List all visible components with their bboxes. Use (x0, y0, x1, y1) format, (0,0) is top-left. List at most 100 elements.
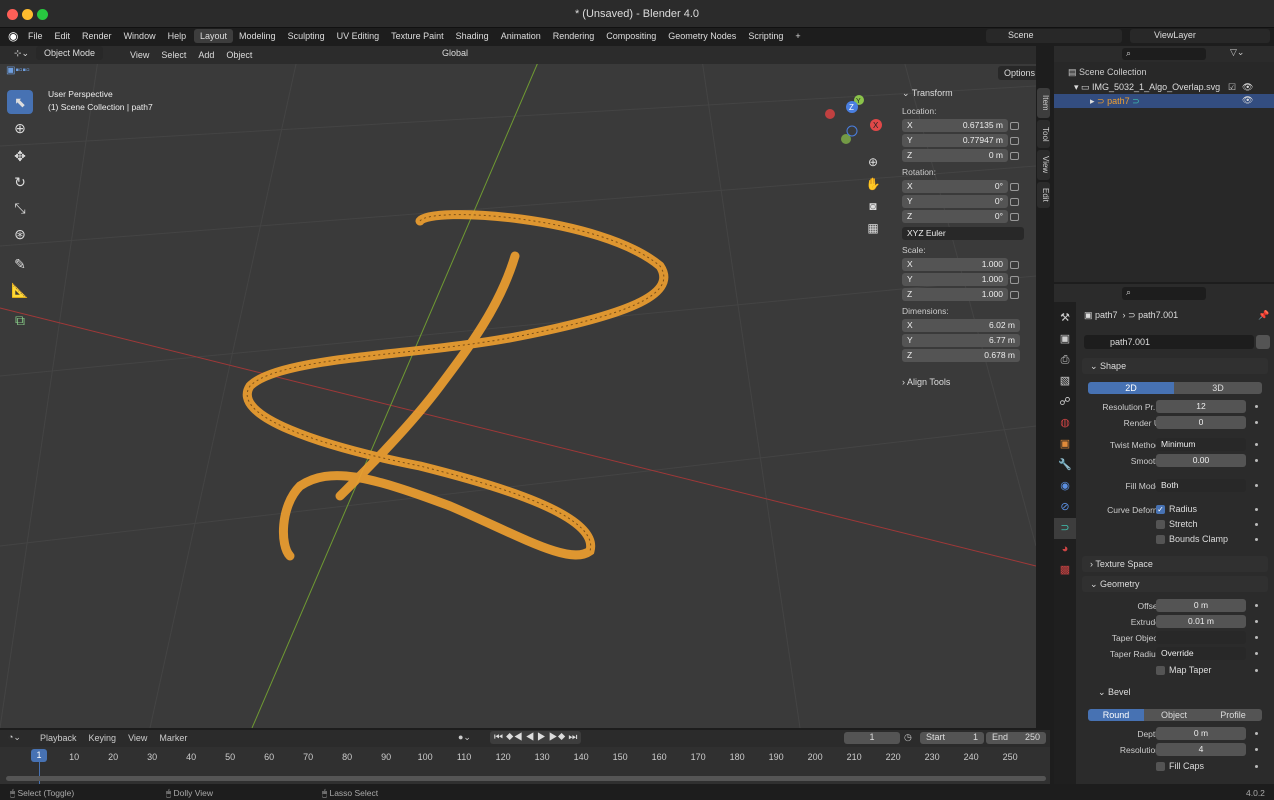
measure-tool-icon[interactable]: 📐 (7, 278, 33, 302)
eye-icon[interactable]: 👁 (1242, 95, 1253, 106)
extrude-field[interactable]: 0.01 m (1156, 615, 1246, 628)
annotate-tool-icon[interactable]: ✎ (7, 252, 33, 276)
lock-icon[interactable] (1010, 152, 1019, 160)
physics-tab-icon[interactable]: ◉ (1054, 476, 1076, 497)
keyframe-dot[interactable] (1255, 459, 1258, 462)
keyframe-dot[interactable] (1255, 652, 1258, 655)
dimensions-z-field[interactable]: Z 0.678 m (902, 349, 1020, 362)
viewport-menu-object[interactable]: Object (220, 48, 258, 62)
render-u-field[interactable]: 0 (1156, 416, 1246, 429)
keyframe-dot[interactable] (1255, 523, 1258, 526)
keyframe-dot[interactable] (1255, 765, 1258, 768)
workspace-tab-texture-paint[interactable]: Texture Paint (385, 29, 450, 43)
output-tab-icon[interactable]: ⎙ (1054, 350, 1076, 371)
workspace-tab-rendering[interactable]: Rendering (547, 29, 601, 43)
start-frame-field[interactable]: Start 1 (920, 732, 984, 744)
tool-tab-icon[interactable]: ⚒ (1054, 308, 1076, 329)
fill-mode-dropdown[interactable]: Both (1156, 479, 1246, 492)
timeline-menu-keying[interactable]: Keying (83, 733, 123, 743)
menu-help[interactable]: Help (162, 29, 193, 43)
location-z-field[interactable]: Z 0 m (902, 149, 1008, 162)
constraints-tab-icon[interactable]: ⊘ (1054, 497, 1076, 518)
end-frame-field[interactable]: End 250 (986, 732, 1046, 744)
sidebar-tab-view[interactable]: View (1037, 150, 1050, 180)
timeline-menu-view[interactable]: View (122, 733, 153, 743)
texture-tab-icon[interactable]: ▩ (1054, 560, 1076, 581)
outliner-object-row[interactable]: ▸ ⊃ path7 ⊃ 👁 (1054, 94, 1274, 108)
scale-x-field[interactable]: X 1.000 (902, 258, 1008, 271)
align-tools-header[interactable]: › Align Tools (902, 377, 950, 387)
bounds-clamp-checkbox[interactable]: Bounds Clamp (1156, 534, 1228, 545)
smooth-field[interactable]: 0.00 (1156, 454, 1246, 467)
workspace-tab-layout[interactable]: Layout (194, 29, 234, 43)
select-tool-icon[interactable]: ⬉ (7, 90, 33, 114)
offset-field[interactable]: 0 m (1156, 599, 1246, 612)
keyframe-dot[interactable] (1255, 669, 1258, 672)
bevel-resolution-field[interactable]: 4 (1156, 743, 1246, 756)
add-cube-tool-icon[interactable]: ⧉ (7, 308, 33, 332)
bevel-round-button[interactable]: Round (1088, 709, 1144, 721)
camera-icon[interactable]: ◙ (864, 195, 882, 217)
keyframe-dot[interactable] (1255, 538, 1258, 541)
sidebar-tab-tool[interactable]: Tool (1037, 120, 1050, 148)
sidebar-tab-edit[interactable]: Edit (1037, 182, 1050, 208)
geometry-panel-header[interactable]: ⌄ Geometry (1082, 576, 1268, 592)
orientation-dropdown[interactable]: Global (436, 46, 474, 60)
location-x-field[interactable]: X 0.67135 m (902, 119, 1008, 132)
viewport-menu-add[interactable]: Add (192, 48, 220, 62)
2d-toggle-button[interactable]: 2D (1088, 382, 1174, 394)
filter-icon[interactable]: ▽⌄ (1230, 47, 1244, 58)
keyframe-dot[interactable] (1255, 636, 1258, 639)
location-y-field[interactable]: Y 0.77947 m (902, 134, 1008, 147)
rotation-z-field[interactable]: Z 0° (902, 210, 1008, 223)
scale-z-field[interactable]: Z 1.000 (902, 288, 1008, 301)
viewport-menu-view[interactable]: View (124, 48, 155, 62)
current-frame-field[interactable]: 1 (844, 732, 900, 744)
scene-tab-icon[interactable]: ☍ (1054, 392, 1076, 413)
workspace-tab-animation[interactable]: Animation (495, 29, 547, 43)
rotate-tool-icon[interactable]: ↻ (7, 170, 33, 194)
resolution-preview-field[interactable]: 12 (1156, 400, 1246, 413)
options-button[interactable]: Options (998, 66, 1036, 80)
view-layer-selector[interactable]: ViewLayer (1130, 29, 1270, 43)
eye-icon[interactable]: 👁 (1242, 82, 1253, 93)
3d-toggle-button[interactable]: 3D (1174, 382, 1262, 394)
object-mode-dropdown[interactable]: Object Mode (36, 46, 104, 60)
outliner-collection-row[interactable]: ▾ ▭ IMG_5032_1_Algo_Overlap.svg (1074, 82, 1220, 93)
workspace-tab-scripting[interactable]: Scripting (742, 29, 789, 43)
world-tab-icon[interactable]: ◍ (1054, 413, 1076, 434)
rotation-y-field[interactable]: Y 0° (902, 195, 1008, 208)
cursor-tool-icon[interactable]: ⊕ (7, 116, 33, 140)
keyframe-dot[interactable] (1255, 748, 1258, 751)
workspace-tab-geometry-nodes[interactable]: Geometry Nodes (662, 29, 742, 43)
keyframe-dot[interactable] (1255, 484, 1258, 487)
fill-caps-checkbox[interactable]: Fill Caps (1156, 761, 1204, 772)
viewport-canvas[interactable]: X Y Z (0, 46, 1036, 728)
outliner-search-input[interactable]: ⌕ (1122, 48, 1206, 60)
bevel-profile-button[interactable]: Profile (1204, 709, 1262, 721)
keyframe-dot[interactable] (1255, 604, 1258, 607)
lock-icon[interactable] (1010, 291, 1019, 299)
keyframe-dot[interactable] (1255, 421, 1258, 424)
view-layer-tab-icon[interactable]: ▧ (1054, 371, 1076, 392)
timeline-scrollbar[interactable] (6, 776, 1046, 781)
keyframe-dot[interactable] (1255, 443, 1258, 446)
scene-selector[interactable]: Scene (986, 29, 1122, 43)
blender-logo-icon[interactable]: ◉ (8, 29, 18, 43)
render-tab-icon[interactable]: ▣ (1054, 329, 1076, 350)
playback-controls[interactable]: ⏮ ◆◀ ◀ ▶ ▶◆ ⏭ (490, 731, 582, 744)
playhead[interactable]: 1 (31, 749, 47, 762)
viewport-menu-select[interactable]: Select (155, 48, 192, 62)
texture-space-panel-header[interactable]: › Texture Space (1082, 556, 1268, 572)
bevel-depth-field[interactable]: 0 m (1156, 727, 1246, 740)
workspace-tab-modeling[interactable]: Modeling (233, 29, 282, 43)
dimensions-y-field[interactable]: Y 6.77 m (902, 334, 1020, 347)
auto-keying-icon[interactable]: ●⌄ (458, 732, 471, 743)
scale-tool-icon[interactable]: ⤡ (7, 196, 33, 220)
transform-panel-header[interactable]: ⌄ Transform (902, 88, 953, 99)
properties-search-input[interactable]: ⌕ (1122, 287, 1206, 300)
sidebar-tab-item[interactable]: Item (1037, 88, 1050, 118)
scale-y-field[interactable]: Y 1.000 (902, 273, 1008, 286)
grid-ortho-icon[interactable]: ▦ (864, 217, 882, 239)
data-tab-icon[interactable]: ⊃ (1054, 518, 1076, 539)
